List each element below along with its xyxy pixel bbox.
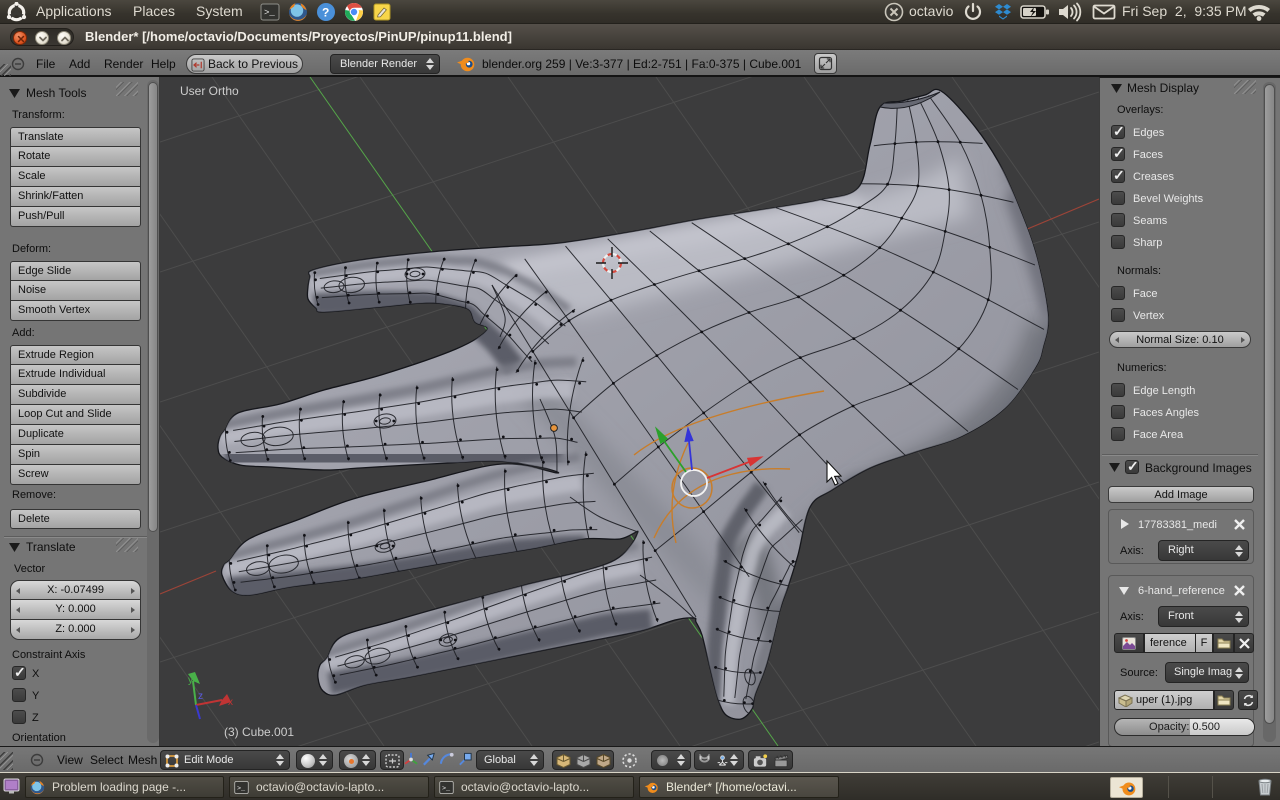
- svg-text:>_: >_: [264, 8, 275, 18]
- svg-text:>_: >_: [442, 785, 451, 793]
- svg-text:x: x: [228, 697, 233, 708]
- svg-text:?: ?: [322, 6, 329, 20]
- svg-text:z: z: [198, 691, 203, 702]
- svg-text:y: y: [188, 675, 193, 686]
- svg-text:>_: >_: [237, 785, 246, 793]
